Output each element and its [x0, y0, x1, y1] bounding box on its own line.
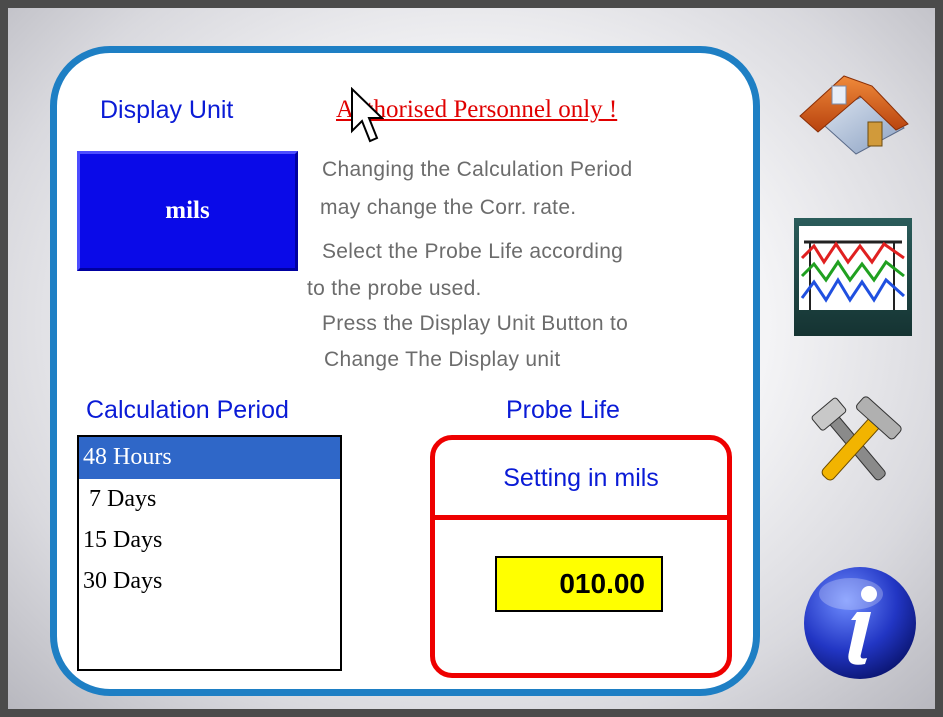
display-unit-button[interactable]: mils	[77, 151, 298, 271]
trend-chart-icon	[794, 218, 912, 336]
calculation-period-list[interactable]: 48 Hours 7 Days 15 Days 30 Days	[77, 435, 342, 671]
mouse-cursor-icon	[351, 87, 384, 143]
help-line: Select the Probe Life according	[322, 240, 624, 263]
trend-chart-button[interactable]	[794, 218, 912, 336]
list-item-48-hours[interactable]: 48 Hours	[79, 437, 340, 479]
help-line: Change The Display unit	[324, 348, 561, 371]
list-item-30-days[interactable]: 30 Days	[79, 561, 340, 602]
list-item-15-days[interactable]: 15 Days	[79, 520, 340, 561]
tools-button[interactable]	[800, 396, 908, 492]
home-icon	[799, 75, 909, 155]
help-line: may change the Corr. rate.	[320, 196, 577, 219]
probe-life-value-field[interactable]: 010.00	[495, 556, 663, 612]
probe-life-box: Setting in mils 010.00	[430, 435, 732, 678]
home-button[interactable]	[796, 66, 912, 166]
help-line: Changing the Calculation Period	[322, 158, 633, 181]
list-item-7-days[interactable]: 7 Days	[79, 479, 340, 520]
probe-divider	[435, 515, 727, 520]
help-line: to the probe used.	[307, 277, 482, 300]
help-line: Press the Display Unit Button to	[322, 312, 629, 335]
probe-life-label: Probe Life	[506, 396, 620, 424]
calculation-period-label: Calculation Period	[86, 396, 289, 424]
info-button[interactable]	[801, 564, 919, 682]
info-icon	[804, 567, 916, 679]
tools-icon	[811, 396, 902, 481]
probe-setting-label: Setting in mils	[503, 464, 659, 492]
display-unit-label: Display Unit	[100, 96, 234, 124]
display-unit-value: mils	[165, 197, 210, 224]
app-window: Display Unit mils Authorised Personnel o…	[0, 0, 943, 717]
